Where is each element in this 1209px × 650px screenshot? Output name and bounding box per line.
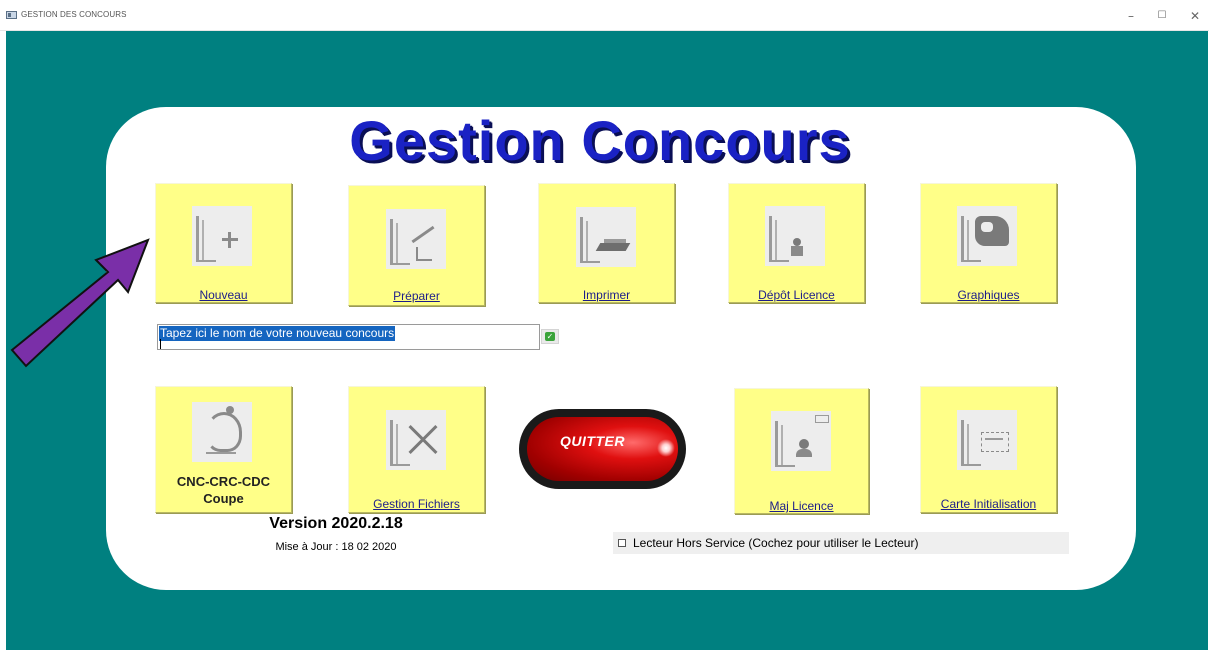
flare-highlight [657,439,675,457]
prepare-icon [386,209,446,269]
text-caret [160,339,161,349]
charts-icon [957,206,1017,266]
close-button[interactable]: ✕ [1183,8,1207,24]
window-title-bar: GESTION DES CONCOURS – ☐ ✕ [0,0,1209,31]
license-update-icon [771,411,831,471]
new-contest-icon [192,206,252,266]
contest-name-value: Tapez ici le nom de votre nouveau concou… [159,326,396,341]
reader-checkbox[interactable] [618,539,626,547]
card-init-label: Carte Initialisation [940,497,1037,511]
reader-checkbox-row[interactable]: Lecteur Hors Service (Cochez pour utilis… [613,532,1069,554]
print-icon [576,207,636,267]
version-text: Version 2020.2.18 [269,515,403,532]
license-deposit-icon [765,206,825,266]
new-contest-button[interactable]: Nouveau [155,183,292,303]
license-deposit-button[interactable]: Dépôt Licence [728,183,865,303]
tools-icon [386,410,446,470]
minimize-button[interactable]: – [1119,8,1143,24]
rooster-icon [192,402,252,462]
maximize-button[interactable]: ☐ [1150,8,1174,24]
charts-label: Graphiques [957,288,1020,302]
prepare-button[interactable]: Préparer [348,185,485,306]
cnc-coupe-button[interactable]: CNC-CRC-CDC Coupe [155,386,292,513]
quit-label: QUITTER [560,433,625,449]
prepare-label: Préparer [393,289,440,303]
reader-checkbox-label: Lecteur Hors Service (Cochez pour utilis… [633,536,919,550]
quit-button[interactable]: QUITTER [519,409,686,489]
app-icon [6,11,17,19]
update-date-text: Mise à Jour : 18 02 2020 [275,541,397,553]
quit-button-face: QUITTER [527,417,678,481]
annotation-arrow-icon [10,238,150,368]
file-management-label: Gestion Fichiers [373,497,460,511]
new-contest-label: Nouveau [199,288,248,302]
card-init-button[interactable]: Carte Initialisation [920,386,1057,513]
cnc-coupe-label-line2: Coupe [203,491,244,506]
contest-name-input[interactable]: Tapez ici le nom de votre nouveau concou… [157,324,540,350]
checkmark-icon: ✓ [545,332,555,341]
print-button[interactable]: Imprimer [538,183,675,303]
window-title: GESTION DES CONCOURS [21,10,127,19]
cnc-coupe-label-line1: CNC-CRC-CDC [176,474,271,489]
license-deposit-label: Dépôt Licence [758,288,835,302]
license-update-button[interactable]: Maj Licence [734,388,869,514]
file-management-button[interactable]: Gestion Fichiers [348,386,485,513]
card-init-icon [957,410,1017,470]
license-update-label: Maj Licence [769,499,834,513]
validate-name-button[interactable]: ✓ [541,329,559,344]
charts-button[interactable]: Graphiques [920,183,1057,303]
page-title: Gestion Concours [349,109,851,172]
print-label: Imprimer [582,288,631,302]
